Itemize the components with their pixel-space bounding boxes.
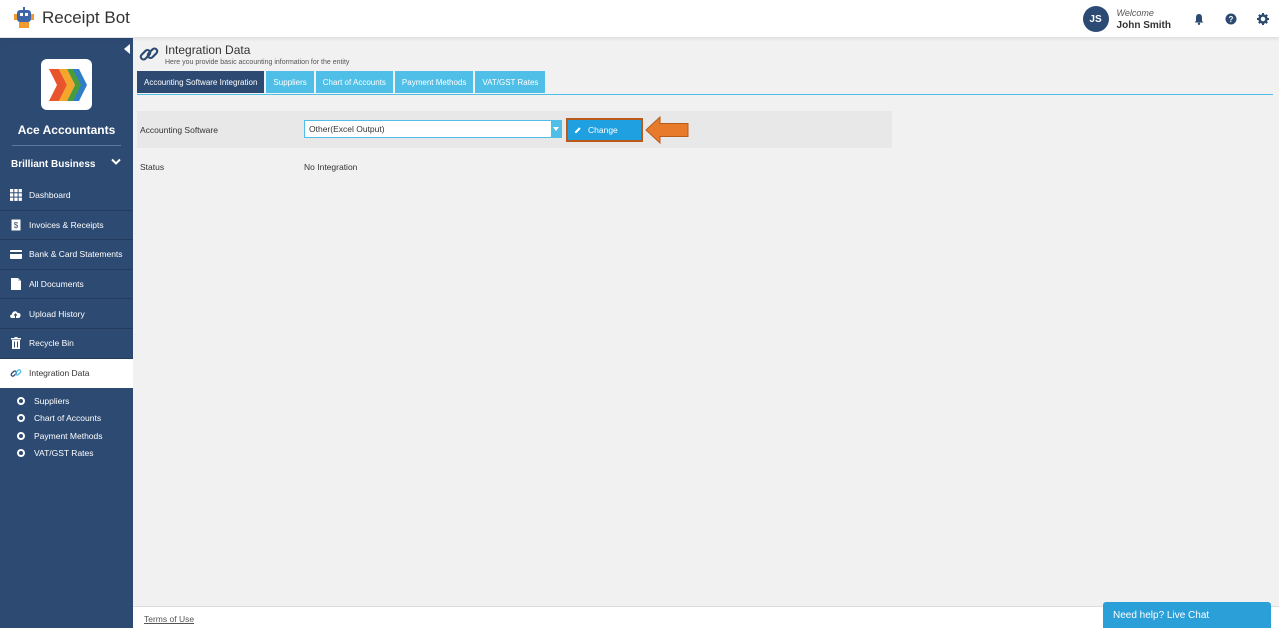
top-header: Receipt Bot JS Welcome John Smith ? bbox=[0, 0, 1279, 38]
tab-bar: Accounting Software Integration Supplier… bbox=[137, 71, 547, 93]
sidebar-item-all-documents[interactable]: All Documents bbox=[0, 269, 133, 300]
sidebar-item-label: Dashboard bbox=[29, 190, 71, 201]
tab-payment-methods[interactable]: Payment Methods bbox=[394, 71, 474, 93]
cloud-upload-icon bbox=[9, 307, 22, 320]
sidebar-subitem-vat-gst-rates[interactable]: VAT/GST Rates bbox=[0, 445, 133, 463]
sidebar-item-label: Upload History bbox=[29, 308, 85, 319]
software-row: Accounting Software Other(Excel Output) … bbox=[137, 111, 892, 148]
software-label: Accounting Software bbox=[140, 125, 218, 135]
software-select[interactable]: Other(Excel Output) bbox=[304, 120, 562, 138]
avatar[interactable]: JS bbox=[1082, 6, 1109, 32]
status-label: Status bbox=[140, 162, 165, 172]
circle-icon bbox=[17, 414, 25, 423]
app-logo[interactable]: Receipt Bot bbox=[12, 6, 130, 30]
welcome-block: Welcome John Smith bbox=[1117, 8, 1171, 31]
page-header: Integration Data Here you provide basic … bbox=[139, 44, 349, 66]
integration-form: Accounting Software Other(Excel Output) … bbox=[137, 111, 892, 186]
arrow-left-icon bbox=[645, 115, 689, 145]
sidebar-item-label: Bank & Card Statements bbox=[29, 249, 123, 260]
entity-name: Brilliant Business bbox=[11, 158, 96, 170]
link-icon bbox=[9, 367, 22, 380]
link-icon bbox=[139, 44, 159, 66]
sidebar-item-label: Integration Data bbox=[29, 368, 90, 379]
page-title-block: Integration Data Here you provide basic … bbox=[159, 43, 350, 67]
divider bbox=[12, 145, 121, 146]
grid-icon bbox=[9, 189, 22, 202]
circle-icon bbox=[17, 449, 25, 458]
main-content: Integration Data Here you provide basic … bbox=[133, 38, 1279, 628]
chevron-down-icon bbox=[111, 158, 121, 169]
receipt-icon: $ bbox=[9, 218, 22, 231]
sidebar-item-upload-history[interactable]: Upload History bbox=[0, 299, 133, 329]
company-logo bbox=[41, 59, 92, 110]
welcome-label: Welcome bbox=[1116, 7, 1154, 18]
sidebar-subitem-payment-methods[interactable]: Payment Methods bbox=[0, 427, 133, 445]
circle-icon bbox=[17, 396, 25, 405]
gear-icon[interactable] bbox=[1247, 0, 1279, 38]
sidebar-item-invoices[interactable]: $ Invoices & Receipts bbox=[0, 210, 133, 241]
company-name: Ace Accountants bbox=[17, 123, 116, 137]
sidebar-subitem-label: Payment Methods bbox=[34, 430, 103, 441]
svg-text:$: $ bbox=[13, 221, 18, 230]
sidebar-subitem-label: VAT/GST Rates bbox=[34, 448, 94, 459]
status-row: Status No Integration bbox=[137, 148, 892, 184]
tab-chart-of-accounts[interactable]: Chart of Accounts bbox=[315, 71, 393, 93]
tab-accounting-software-integration[interactable]: Accounting Software Integration bbox=[137, 71, 265, 93]
status-value: No Integration bbox=[304, 162, 358, 172]
sidebar-item-label: Recycle Bin bbox=[29, 338, 74, 349]
sidebar-subitem-label: Suppliers bbox=[34, 395, 70, 406]
circle-icon bbox=[17, 431, 25, 440]
robot-icon bbox=[12, 6, 36, 30]
collapse-sidebar-icon[interactable] bbox=[123, 44, 131, 54]
app-name: Receipt Bot bbox=[42, 8, 130, 27]
tab-underline bbox=[137, 94, 1273, 95]
svg-text:?: ? bbox=[1229, 15, 1234, 24]
page-subtitle: Here you provide basic accounting inform… bbox=[165, 59, 350, 66]
integration-submenu: Suppliers Chart of Accounts Payment Meth… bbox=[0, 388, 133, 462]
sidebar-item-recycle-bin[interactable]: Recycle Bin bbox=[0, 328, 133, 359]
terms-link[interactable]: Terms of Use bbox=[144, 614, 194, 624]
sidebar: Ace Accountants Brilliant Business Dashb… bbox=[0, 38, 133, 628]
trash-icon bbox=[9, 337, 22, 350]
user-name[interactable]: John Smith bbox=[1117, 20, 1171, 31]
card-icon bbox=[9, 248, 22, 261]
tab-vat-gst-rates[interactable]: VAT/GST Rates bbox=[475, 71, 546, 93]
entity-selector[interactable]: Brilliant Business bbox=[0, 150, 133, 178]
bell-icon[interactable] bbox=[1183, 0, 1215, 38]
page-title: Integration Data bbox=[165, 43, 251, 57]
help-icon[interactable]: ? bbox=[1215, 0, 1247, 38]
sidebar-item-label: All Documents bbox=[29, 279, 84, 290]
sidebar-nav: Dashboard $ Invoices & Receipts Bank & C… bbox=[0, 181, 133, 462]
change-button-label: Change bbox=[588, 125, 618, 135]
change-button[interactable]: Change bbox=[566, 118, 643, 142]
software-select-value: Other(Excel Output) bbox=[309, 124, 385, 134]
sidebar-subitem-chart-of-accounts[interactable]: Chart of Accounts bbox=[0, 410, 133, 428]
live-chat-button[interactable]: Need help? Live Chat bbox=[1103, 602, 1271, 628]
sidebar-subitem-label: Chart of Accounts bbox=[34, 413, 102, 424]
sidebar-item-label: Invoices & Receipts bbox=[29, 219, 104, 230]
sidebar-subitem-suppliers[interactable]: Suppliers bbox=[0, 392, 133, 410]
caret-down-icon bbox=[551, 121, 561, 137]
user-area: JS Welcome John Smith ? bbox=[1082, 0, 1279, 38]
pencil-icon bbox=[574, 126, 582, 134]
document-icon bbox=[9, 278, 22, 291]
tab-suppliers[interactable]: Suppliers bbox=[266, 71, 314, 93]
sidebar-item-bank-statements[interactable]: Bank & Card Statements bbox=[0, 240, 133, 270]
sidebar-item-dashboard[interactable]: Dashboard bbox=[0, 181, 133, 211]
sidebar-item-integration-data[interactable]: Integration Data bbox=[0, 358, 133, 389]
